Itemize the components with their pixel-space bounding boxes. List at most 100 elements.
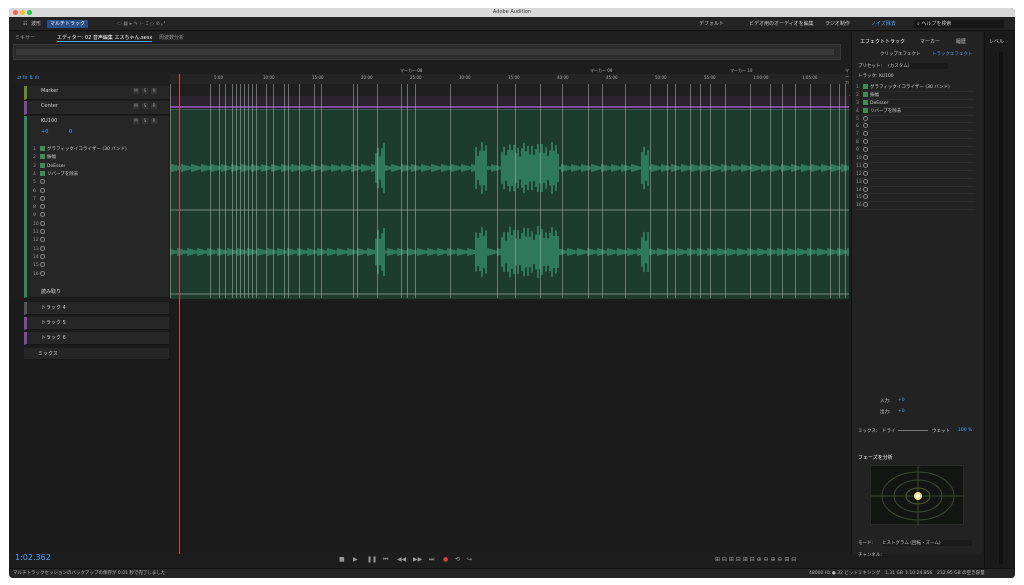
marker-line[interactable] <box>252 84 253 298</box>
tab-clip-effects[interactable]: クリップエフェクト <box>880 51 921 57</box>
track-lanes[interactable] <box>170 84 849 299</box>
overview-bar[interactable] <box>13 44 841 60</box>
marker-line[interactable] <box>450 84 451 298</box>
input-gain[interactable]: +0 <box>898 398 905 403</box>
fx-enabled-icon[interactable] <box>40 170 45 176</box>
fx-enabled-icon[interactable] <box>863 84 868 89</box>
power-icon[interactable] <box>40 212 45 218</box>
stop-icon[interactable]: ■ <box>339 556 345 563</box>
marker-line[interactable] <box>588 84 589 298</box>
power-icon[interactable] <box>863 186 868 192</box>
power-icon[interactable] <box>863 131 868 137</box>
track-fx-slot[interactable]: 14 <box>33 253 163 261</box>
tab-editor[interactable]: エディター: 02 音声編集 エスちゃん.sesx <box>57 34 153 42</box>
pan-knob[interactable]: 0 <box>69 129 72 135</box>
play-icon[interactable]: ▶ <box>353 556 358 563</box>
track-fx-slot[interactable]: 9 <box>33 212 163 219</box>
track-fx-slot[interactable]: 5 <box>33 179 163 186</box>
power-icon[interactable] <box>40 229 45 234</box>
rack-fx-slot[interactable]: 4 リバーブを除去 <box>856 107 974 116</box>
marker-line[interactable] <box>675 84 676 298</box>
fx-icon[interactable]: ⇄ fx ⇅ ılı <box>17 75 39 81</box>
power-icon[interactable] <box>863 123 868 129</box>
track-fx-slot[interactable]: 8 <box>33 204 163 211</box>
workspace-noise[interactable]: ノイズ除去 <box>871 20 896 28</box>
power-icon[interactable] <box>40 245 45 251</box>
marker-line[interactable] <box>353 84 354 298</box>
mute-button[interactable]: M <box>133 118 139 124</box>
record-arm-button[interactable]: R <box>151 88 157 94</box>
minimize-icon[interactable] <box>20 10 25 15</box>
track-fx-slot[interactable]: 16 <box>33 270 163 278</box>
multitrack-button[interactable]: マルチトラック <box>47 20 89 28</box>
marker-line[interactable] <box>407 84 408 298</box>
marker-line[interactable] <box>219 84 220 298</box>
marker-line[interactable] <box>210 84 211 298</box>
marker-line[interactable] <box>170 84 171 298</box>
power-icon[interactable] <box>863 178 868 184</box>
marker-line[interactable] <box>795 84 796 298</box>
marker-line[interactable] <box>602 84 603 298</box>
fx-enabled-icon[interactable] <box>40 146 45 151</box>
marker-line[interactable] <box>710 84 711 298</box>
mix-slider[interactable] <box>898 430 928 431</box>
loop-icon[interactable]: ⟲ <box>455 556 460 563</box>
fx-enabled-icon[interactable] <box>863 91 868 97</box>
marker-line[interactable] <box>625 84 626 298</box>
pause-icon[interactable]: ❚❚ <box>367 556 377 563</box>
tab-effects-rack[interactable]: エフェクトトラック <box>860 38 905 45</box>
marker-line[interactable] <box>497 84 498 298</box>
marker-line[interactable] <box>725 84 726 298</box>
skip-icon[interactable]: ↪ <box>467 556 472 563</box>
workspace-video[interactable]: ビデオ用のオーディオを編集 <box>749 20 814 28</box>
center-lane[interactable] <box>170 96 849 108</box>
track-header-marker[interactable]: Marker M S R <box>24 86 169 100</box>
marker-line[interactable] <box>299 84 300 298</box>
marker-line[interactable] <box>810 84 811 298</box>
rack-fx-slot[interactable]: 13 <box>856 178 974 187</box>
mode-select[interactable]: ヒストグラム (回転・ズーム) <box>882 540 972 546</box>
track-header-center[interactable]: Center M S R <box>24 101 169 115</box>
lower-track-name[interactable]: トラック 6 <box>41 334 66 341</box>
power-icon[interactable] <box>863 155 868 161</box>
marker-lane[interactable] <box>170 84 849 96</box>
marker-label[interactable]: マーカー 09 <box>590 68 612 74</box>
power-icon[interactable] <box>40 262 45 268</box>
marker-line[interactable] <box>540 84 541 298</box>
track-fx-slot[interactable]: 3 DeEsser <box>33 162 163 170</box>
marker-line[interactable] <box>401 84 402 298</box>
rack-fx-slot[interactable]: 2 振幅 <box>856 91 974 100</box>
solo-button[interactable]: S <box>142 118 148 124</box>
power-icon[interactable] <box>863 139 868 145</box>
overview-range[interactable] <box>16 49 834 55</box>
power-icon[interactable] <box>863 162 868 168</box>
track-fx-slot[interactable]: 11 <box>33 229 163 236</box>
rack-fx-slot[interactable]: 11 <box>856 162 974 171</box>
tab-markers[interactable]: マーカー <box>920 38 940 45</box>
power-icon[interactable] <box>863 170 868 176</box>
solo-button[interactable]: S <box>142 103 148 109</box>
track-name[interactable]: Center <box>41 103 58 109</box>
mute-button[interactable]: M <box>133 88 139 94</box>
marker-line[interactable] <box>377 84 378 298</box>
rewind-start-icon[interactable]: ⏮ <box>383 556 388 564</box>
volume-knob[interactable]: +0 <box>41 129 48 135</box>
waveform-button[interactable]: 波形 <box>31 20 41 28</box>
marker-line[interactable] <box>650 84 651 298</box>
power-icon[interactable] <box>40 179 45 185</box>
marker-line[interactable] <box>225 84 226 298</box>
marker-line[interactable] <box>248 84 249 298</box>
preset-select[interactable]: (カスタム) <box>888 63 948 69</box>
marker-line[interactable] <box>284 84 285 298</box>
track-fx-slot[interactable]: 13 <box>33 245 163 253</box>
marker-label[interactable]: マーカー 08 <box>400 68 422 74</box>
power-icon[interactable] <box>863 194 868 200</box>
tab-track-effects[interactable]: トラックエフェクト <box>932 51 973 57</box>
lower-track-name[interactable]: トラック 5 <box>41 319 66 326</box>
record-arm-button[interactable]: R <box>151 103 157 109</box>
workspace-radio[interactable]: ラジオ制作 <box>825 20 850 28</box>
marker-line[interactable] <box>845 84 846 298</box>
tab-history[interactable]: 履歴 <box>956 38 966 45</box>
marker-line[interactable] <box>690 84 691 298</box>
track-header-ku100[interactable]: KU100 M S R +0 0 1 グラフィックイコライザー (30 バンド) 2 振幅 3 DeE… <box>24 116 169 298</box>
